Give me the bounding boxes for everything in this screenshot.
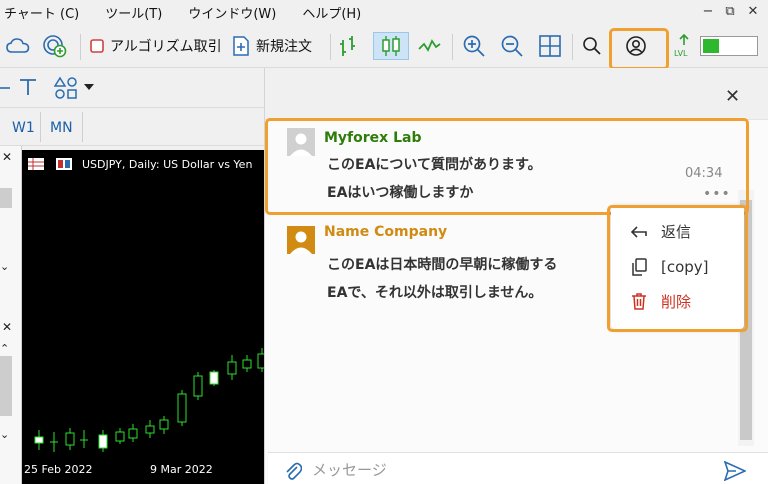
price-chart[interactable]: USDJPY, Daily: US Dollar vs Yen 25 Feb 2… — [22, 150, 264, 484]
message-input[interactable] — [312, 461, 712, 479]
close-chat-icon[interactable]: ✕ — [725, 86, 740, 107]
message-sender: Name Company — [324, 224, 448, 240]
zoom-in-button[interactable] — [462, 32, 486, 60]
avatar — [287, 226, 315, 254]
bar-chart-icon — [340, 36, 355, 56]
svg-text:LVL: LVL — [674, 49, 688, 58]
send-icon[interactable] — [724, 461, 746, 481]
menu-window[interactable]: ウインドウ(W) — [188, 3, 276, 22]
cloud-button[interactable] — [6, 32, 30, 60]
new-order-button[interactable]: 新規注文 — [232, 32, 312, 60]
date-label: 9 Mar 2022 — [150, 463, 213, 476]
chat-header: ✕ — [265, 68, 768, 120]
message-text: EAで、それ以外は取引しません。 — [327, 285, 543, 301]
close-panel-icon[interactable]: ✕ — [2, 150, 12, 164]
zoom-out-icon — [501, 35, 523, 57]
zoom-out-button[interactable] — [500, 32, 524, 60]
level-icon: LVL — [674, 33, 689, 58]
message-highlight — [265, 118, 749, 215]
shapes-tool-icon[interactable] — [54, 76, 78, 100]
signals-icon — [43, 35, 67, 58]
line-chart-button[interactable] — [417, 32, 441, 60]
close-window-icon[interactable]: ✕ — [745, 4, 761, 19]
tile-windows-button[interactable] — [538, 32, 562, 60]
stop-icon — [90, 39, 104, 53]
search-icon — [583, 37, 601, 55]
timeframe-w1[interactable]: W1 — [12, 120, 35, 136]
bar-chart-button[interactable] — [338, 32, 362, 60]
chevron-down-icon[interactable]: ⌄ — [0, 428, 9, 441]
drawing-tools-bar — [0, 68, 264, 108]
candlestick-icon — [382, 36, 400, 56]
cloud-icon — [6, 38, 30, 53]
message-text: このEAは日本時間の早朝に稼働する — [327, 257, 558, 273]
menu-help[interactable]: ヘルプ(H) — [302, 3, 361, 22]
date-label: 25 Feb 2022 — [24, 463, 93, 476]
attach-icon[interactable] — [284, 461, 302, 481]
menu-bar: チャート (C) ツール(T) ウインドウ(W) ヘルプ(H) — [0, 0, 768, 24]
menu-tools[interactable]: ツール(T) — [105, 3, 162, 22]
algo-trading-label: アルゴリズム取引 — [110, 39, 222, 55]
timeframe-mn[interactable]: MN — [50, 120, 73, 136]
text-tool-icon[interactable] — [18, 77, 38, 97]
navigator-panel: ✕ ⌄ ✕ ⌃ ⌄ — [0, 146, 22, 484]
chevron-down-icon[interactable]: ⌄ — [0, 260, 9, 273]
context-menu-highlight — [607, 205, 748, 332]
level-button[interactable]: LVL — [673, 32, 695, 60]
new-order-label: 新規注文 — [256, 39, 312, 55]
chevron-up-icon[interactable]: ⌃ — [0, 342, 9, 355]
line-chart-icon — [418, 39, 441, 52]
close-panel-icon[interactable]: ✕ — [2, 320, 12, 334]
line-tool-icon[interactable] — [0, 78, 12, 98]
candlestick-button[interactable] — [373, 32, 409, 60]
candlesticks — [34, 348, 264, 452]
zoom-in-icon — [463, 35, 485, 57]
timeframe-bar: W1 MN — [0, 108, 264, 146]
menu-chart[interactable]: チャート (C) — [4, 3, 79, 22]
minimize-icon[interactable]: − — [700, 4, 716, 19]
message-input-bar — [268, 452, 768, 484]
signal-strength-bar — [700, 32, 758, 60]
search-button[interactable] — [582, 32, 602, 60]
algo-trading-button[interactable]: アルゴリズム取引 — [90, 32, 222, 60]
signals-button[interactable] — [42, 32, 68, 60]
chevron-down-icon[interactable] — [84, 84, 94, 92]
restore-icon[interactable]: ⧉ — [722, 4, 738, 19]
grid-icon — [539, 35, 561, 57]
new-order-icon — [233, 36, 249, 56]
account-button-highlight — [609, 28, 669, 70]
